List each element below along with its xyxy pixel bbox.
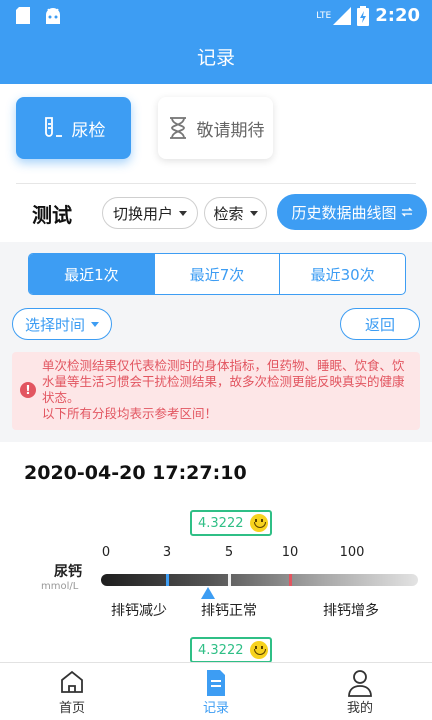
next-value-badge: 4.3222 xyxy=(190,637,272,663)
urine-test-label: 尿检 xyxy=(71,120,106,141)
swap-icon xyxy=(400,207,413,217)
switch-user-label: 切换用户 xyxy=(112,204,173,223)
test-tube-icon xyxy=(44,117,62,137)
network-type: LTE xyxy=(316,10,332,21)
chevron-down-icon xyxy=(179,210,187,216)
home-icon xyxy=(61,670,83,693)
battery-icon xyxy=(357,5,370,26)
tab-records[interactable]: 记录 xyxy=(144,663,288,720)
next-value-label: 4.3222 xyxy=(198,642,244,658)
value-label: 4.3222 xyxy=(198,515,244,531)
warning-icon: ! xyxy=(20,382,36,398)
smiley-icon xyxy=(249,514,268,532)
search-label: 检索 xyxy=(213,204,244,223)
smiley-icon xyxy=(249,641,268,659)
history-curve-label: 历史数据曲线图 xyxy=(291,203,397,222)
gauge-marker-high xyxy=(289,574,292,586)
gauge-label: 尿钙 xyxy=(54,564,82,580)
urine-test-tile[interactable]: 尿检 xyxy=(16,97,131,159)
tab-last-1[interactable]: 最近1次 xyxy=(29,254,155,294)
tab-mine[interactable]: 我的 xyxy=(288,663,432,720)
gauge-tick-label: 10 xyxy=(281,545,299,560)
divider xyxy=(16,183,416,184)
gauge-marker-mid xyxy=(228,574,231,586)
gauge-tick-label: 100 xyxy=(339,545,365,560)
user-icon xyxy=(348,670,372,697)
record-timestamp: 2020-04-20 17:27:10 xyxy=(24,462,247,484)
switch-user-button[interactable]: 切换用户 xyxy=(102,197,198,229)
tab-home[interactable]: 首页 xyxy=(0,663,144,720)
back-button[interactable]: 返回 xyxy=(340,308,420,340)
tab-records-label: 记录 xyxy=(202,701,229,716)
status-bar: LTE 2:20 xyxy=(0,0,432,32)
select-time-label: 选择时间 xyxy=(24,315,85,334)
tab-last-7[interactable]: 最近7次 xyxy=(155,254,281,294)
gauge-bar xyxy=(101,574,418,586)
value-badge: 4.3222 xyxy=(190,510,272,536)
tab-mine-label: 我的 xyxy=(346,701,373,716)
gauge-tick-label: 0 xyxy=(101,545,111,560)
notice-banner: ! 单次检测结果仅代表检测时的身体指标，但药物、睡眠、饮食、饮水量等生活习惯会干… xyxy=(12,352,420,430)
clock: 2:20 xyxy=(375,5,420,26)
back-label: 返回 xyxy=(364,315,395,334)
chevron-down-icon xyxy=(91,321,99,327)
gauge-range-label: 排钙增多 xyxy=(323,603,379,619)
range-tabs: 最近1次 最近7次 最近30次 xyxy=(28,253,406,295)
page-title: 记录 xyxy=(0,32,432,84)
gauge-tick-label: 3 xyxy=(162,545,172,560)
gauge-range-label: 排钙正常 xyxy=(201,603,257,619)
section-title: 测试 xyxy=(32,203,72,227)
tab-home-label: 首页 xyxy=(58,701,85,716)
coming-soon-tile[interactable]: 敬请期待 xyxy=(158,97,273,159)
sd-card-icon xyxy=(16,7,30,24)
gauge-range-label: 排钙减少 xyxy=(111,603,167,619)
history-curve-button[interactable]: 历史数据曲线图 xyxy=(277,194,427,230)
gauge-tick-label: 5 xyxy=(224,545,234,560)
notice-text: 单次检测结果仅代表检测时的身体指标，但药物、睡眠、饮食、饮水量等生活习惯会干扰检… xyxy=(42,358,405,405)
notice-text-2: 以下所有分段均表示参考区间！ xyxy=(42,406,218,421)
document-icon xyxy=(207,670,225,696)
signal-icon xyxy=(333,6,352,25)
gauge-marker-low xyxy=(166,574,169,586)
gauge-unit: mmol/L xyxy=(41,581,79,592)
select-time-button[interactable]: 选择时间 xyxy=(12,308,112,340)
coming-soon-label: 敬请期待 xyxy=(196,120,265,141)
tab-last-30[interactable]: 最近30次 xyxy=(280,254,405,294)
bottom-tabbar: 首页 记录 我的 xyxy=(0,662,432,720)
chevron-down-icon xyxy=(249,210,258,216)
search-dropdown[interactable]: 检索 xyxy=(204,197,267,229)
android-icon xyxy=(46,8,60,24)
gauge-pointer xyxy=(200,587,215,599)
hourglass-icon xyxy=(169,117,186,139)
